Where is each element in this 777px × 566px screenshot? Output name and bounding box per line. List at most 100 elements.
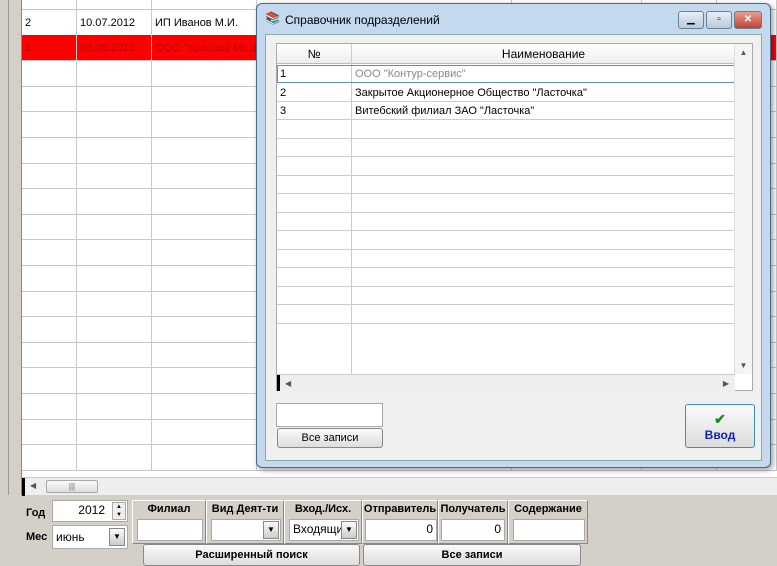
list-item[interactable] [277, 250, 735, 268]
table-cell [77, 112, 152, 137]
scroll-down-icon[interactable]: ▼ [735, 361, 752, 370]
table-cell [77, 86, 152, 112]
horizontal-scrollbar[interactable]: ◀ ▶ [277, 374, 735, 391]
row-number: 1 [280, 68, 287, 80]
table-cell [77, 214, 152, 240]
table-cell [152, 265, 257, 291]
list-item[interactable]: 1 ООО "Контур-сервис" [277, 65, 735, 83]
table-cell [152, 368, 257, 393]
enter-label: Ввод [704, 428, 736, 442]
year-label: Год [26, 507, 46, 519]
branch-input[interactable] [137, 519, 203, 541]
year-spinner[interactable]: ▲ ▼ [112, 502, 126, 520]
maximize-button[interactable]: ▫ [706, 11, 732, 29]
content-label: Содержание [514, 503, 582, 515]
scroll-left-icon[interactable]: ◀ [30, 481, 36, 490]
table-cell [77, 393, 152, 419]
sender-filter: Отправитель 0 [362, 500, 438, 544]
table-cell [22, 368, 77, 393]
table-cell [22, 0, 77, 9]
list-item[interactable] [277, 269, 735, 287]
table-cell [77, 163, 152, 189]
list-item[interactable]: 3 Витебский филиал ЗАО "Ласточка" [277, 102, 735, 120]
activity-filter: Вид Деят-ти ▼ [206, 500, 284, 544]
table-cell [22, 137, 77, 163]
scroll-up-icon[interactable]: ▲ [735, 48, 752, 57]
table-header: № Наименование [277, 44, 735, 64]
table-cell [22, 393, 77, 419]
table-cell [22, 291, 77, 317]
list-item[interactable] [277, 139, 735, 157]
table-cell [152, 0, 257, 9]
table-cell: ООО "Красная Моск [152, 35, 257, 61]
table-cell [22, 60, 77, 86]
table-cell [22, 342, 77, 368]
table-cell [22, 214, 77, 240]
content-input[interactable] [513, 519, 585, 541]
row-number: 2 [280, 86, 287, 99]
table-cell [152, 163, 257, 189]
list-item[interactable]: 2 Закрытое Акционерное Общество "Ласточка… [277, 84, 735, 102]
books-icon: 📚 [265, 11, 280, 25]
table-cell [77, 368, 152, 393]
table-cell: 06.06.2012 [77, 35, 152, 61]
table-cell [152, 316, 257, 342]
direction-label: Вход./Исх. [294, 503, 352, 515]
table-cell [22, 112, 77, 137]
list-item[interactable] [277, 121, 735, 139]
column-header-number[interactable]: № [277, 47, 351, 61]
branch-label: Филиал [147, 503, 191, 515]
recipient-input[interactable]: 0 [441, 519, 505, 541]
table-cell [152, 137, 257, 163]
main-horizontal-scrollbar[interactable]: ◀ ||| [22, 477, 777, 496]
dialog-search-input[interactable] [276, 403, 383, 427]
all-records-button[interactable]: Все записи [363, 544, 581, 566]
table-cell [152, 291, 257, 317]
close-button[interactable]: ✕ [734, 11, 762, 29]
row-number: 3 [280, 105, 287, 117]
list-item[interactable] [277, 176, 735, 194]
list-item[interactable] [277, 306, 735, 324]
scroll-edge [277, 375, 280, 391]
table-cell [22, 419, 77, 445]
table-cell: ИП Иванов М.И. [152, 9, 257, 35]
table-cell [152, 188, 257, 214]
vertical-scrollbar[interactable]: ▲ ▼ [734, 44, 752, 374]
row-name: Витебский филиал ЗАО "Ласточка" [355, 105, 535, 117]
table-cell [152, 214, 257, 240]
list-item[interactable] [277, 213, 735, 231]
list-item[interactable] [277, 158, 735, 176]
scroll-thumb[interactable]: ||| [46, 480, 98, 493]
list-item[interactable] [277, 287, 735, 305]
row-name: Закрытое Акционерное Общество "Ласточка" [355, 86, 587, 99]
table-cell: 2 [22, 9, 77, 35]
column-header-name[interactable]: Наименование [352, 47, 735, 61]
scroll-edge [22, 478, 25, 496]
content-filter: Содержание [508, 500, 588, 544]
advanced-search-button[interactable]: Расширенный поиск [143, 544, 360, 566]
sender-input[interactable]: 0 [365, 519, 437, 541]
table-cell [77, 316, 152, 342]
chevron-down-icon[interactable]: ▼ [109, 528, 125, 546]
sender-label: Отправитель [363, 503, 437, 515]
filter-panel: Год 2012 ▲ ▼ Мес июнь ▼ Филиал Вид Деят-т… [22, 495, 777, 566]
chevron-down-icon[interactable]: ▼ [341, 521, 357, 539]
departments-dialog: 📚 Справочник подразделений ▁ ▫ ✕ № Наиме… [256, 3, 771, 468]
table-cell [22, 240, 77, 265]
left-panel [0, 0, 22, 495]
chevron-down-icon[interactable]: ▼ [263, 521, 279, 539]
table-cell [77, 188, 152, 214]
enter-button[interactable]: ✔ Ввод [685, 404, 755, 448]
row-name: ООО "Контур-сервис" [355, 68, 466, 80]
checkmark-icon: ✔ [714, 411, 726, 427]
minimize-button[interactable]: ▁ [678, 11, 704, 29]
list-item[interactable] [277, 195, 735, 213]
list-item[interactable] [277, 232, 735, 250]
table-cell [22, 163, 77, 189]
dialog-all-records-button[interactable]: Все записи [277, 428, 383, 448]
table-cell [22, 188, 77, 214]
scroll-right-icon[interactable]: ▶ [723, 379, 729, 388]
scroll-left-icon[interactable]: ◀ [285, 379, 291, 388]
table-cell [77, 240, 152, 265]
table-cell [77, 444, 152, 470]
